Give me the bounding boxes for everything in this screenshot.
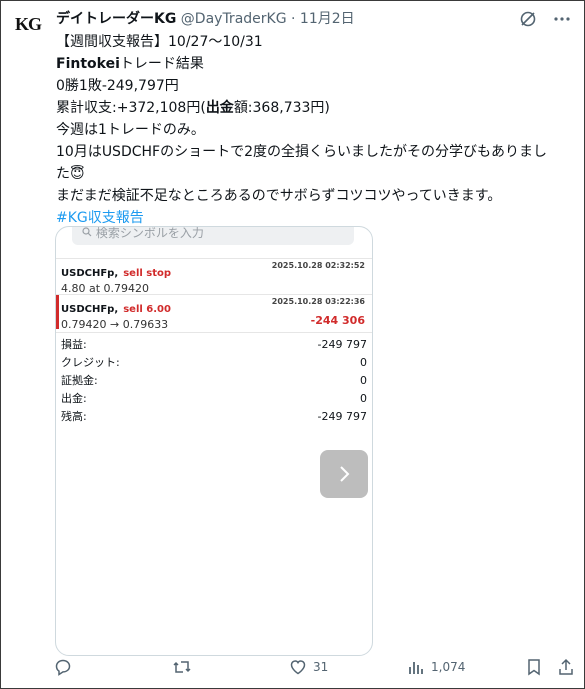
position-marker	[56, 295, 59, 329]
post-text: トレード結果	[119, 56, 204, 72]
avatar[interactable]: KG	[12, 8, 44, 40]
search-input: 検索シンボルを入力	[72, 226, 354, 245]
more-icon[interactable]	[551, 8, 573, 30]
summary-line: 出金: 0	[61, 389, 367, 407]
summary-label: 損益:	[61, 338, 87, 351]
reply-icon	[55, 659, 71, 676]
summary-value: 0	[360, 355, 367, 369]
separator: ·	[291, 11, 296, 27]
summary-value: 0	[360, 391, 367, 405]
order-timestamp: 2025.10.28 02:32:52	[271, 261, 365, 270]
summary-label: 証拠金:	[61, 374, 98, 387]
position-row: USDCHFp, sell 6.00 2025.10.28 03:22:36 0…	[61, 297, 367, 331]
order-row: USDCHFp, sell stop 2025.10.28 02:32:52 4…	[61, 261, 367, 295]
post-header: デイトレーダーKG @DayTraderKG · 11月2日	[56, 8, 355, 28]
share-icon	[559, 658, 573, 675]
top-icons	[517, 8, 573, 30]
post-text: 累計収支:+372,108円(	[56, 100, 206, 116]
action-bar: 31 1,074	[54, 658, 574, 682]
summary-value: -249 797	[317, 337, 367, 351]
views-count: 1,074	[431, 660, 466, 674]
search-icon	[82, 227, 96, 240]
heart-icon	[290, 660, 306, 675]
post-line: た😇	[56, 166, 85, 182]
post-date[interactable]: 11月2日	[300, 11, 355, 27]
summary-label: 出金:	[61, 392, 87, 405]
retweet-button[interactable]	[172, 658, 198, 676]
chevron-right-icon	[340, 466, 350, 482]
post-line: 累計収支:+372,108円(出金額:368,733円)	[56, 97, 571, 119]
views-button[interactable]: 1,074	[407, 658, 465, 676]
bookmark-button[interactable]	[526, 658, 542, 676]
search-placeholder: 検索シンボルを入力	[95, 226, 204, 240]
reply-button[interactable]	[54, 658, 78, 676]
position-pl: -244 306	[310, 314, 365, 327]
post-bold: 出金	[205, 100, 234, 116]
retweet-icon	[173, 661, 191, 673]
summary-line: 残高: -249 797	[61, 407, 367, 425]
post-bold: Fintokei	[56, 56, 120, 72]
views-icon	[409, 662, 423, 674]
post-line: Fintokeiトレード結果	[56, 53, 571, 75]
divider	[56, 332, 372, 333]
share-button[interactable]	[557, 658, 575, 676]
post-body: 【週間収支報告】10/27〜10/31 Fintokeiトレード結果 0勝1敗-…	[56, 31, 571, 229]
divider	[56, 258, 372, 259]
summary-label: クレジット:	[61, 356, 120, 369]
like-button[interactable]: 31	[289, 658, 328, 676]
display-name[interactable]: デイトレーダーKG	[56, 11, 176, 27]
summary-label: 残高:	[61, 410, 87, 423]
post-text: 額:368,733円)	[233, 100, 330, 116]
summary-line: 損益: -249 797	[61, 335, 367, 353]
position-symbol: USDCHFp,	[61, 304, 119, 315]
media-card[interactable]: 検索シンボルを入力 USDCHFp, sell stop 2025.10.28 …	[55, 226, 373, 656]
handle[interactable]: @DayTraderKG	[181, 11, 287, 27]
post-line: 今週は1トレードのみ。	[56, 122, 205, 138]
post-line: 0勝1敗-249,797円	[56, 78, 179, 94]
grok-icon[interactable]	[517, 8, 539, 30]
post-line: 10月はUSDCHFのショートで2度の全損くらいましたがその分学びもありまし	[56, 144, 547, 160]
position-timestamp: 2025.10.28 03:22:36	[271, 297, 365, 306]
account-summary: 損益: -249 797 クレジット: 0 証拠金: 0 出金: 0 残高: -249 7…	[61, 335, 367, 425]
post-line: まだまだ検証不足なところあるのでサボらずコツコツやっていきます。	[56, 188, 502, 204]
order-symbol: USDCHFp,	[61, 268, 119, 279]
post-line: 【週間収支報告】10/27〜10/31	[56, 34, 263, 50]
position-type: sell 6.00	[123, 304, 171, 315]
bookmark-icon	[528, 659, 540, 676]
summary-line: クレジット: 0	[61, 353, 367, 371]
divider	[56, 294, 372, 295]
summary-value: -249 797	[317, 409, 367, 423]
order-type: sell stop	[123, 268, 172, 279]
next-image-button[interactable]	[320, 450, 368, 498]
summary-line: 証拠金: 0	[61, 371, 367, 389]
like-count: 31	[313, 660, 329, 674]
summary-value: 0	[360, 373, 367, 387]
